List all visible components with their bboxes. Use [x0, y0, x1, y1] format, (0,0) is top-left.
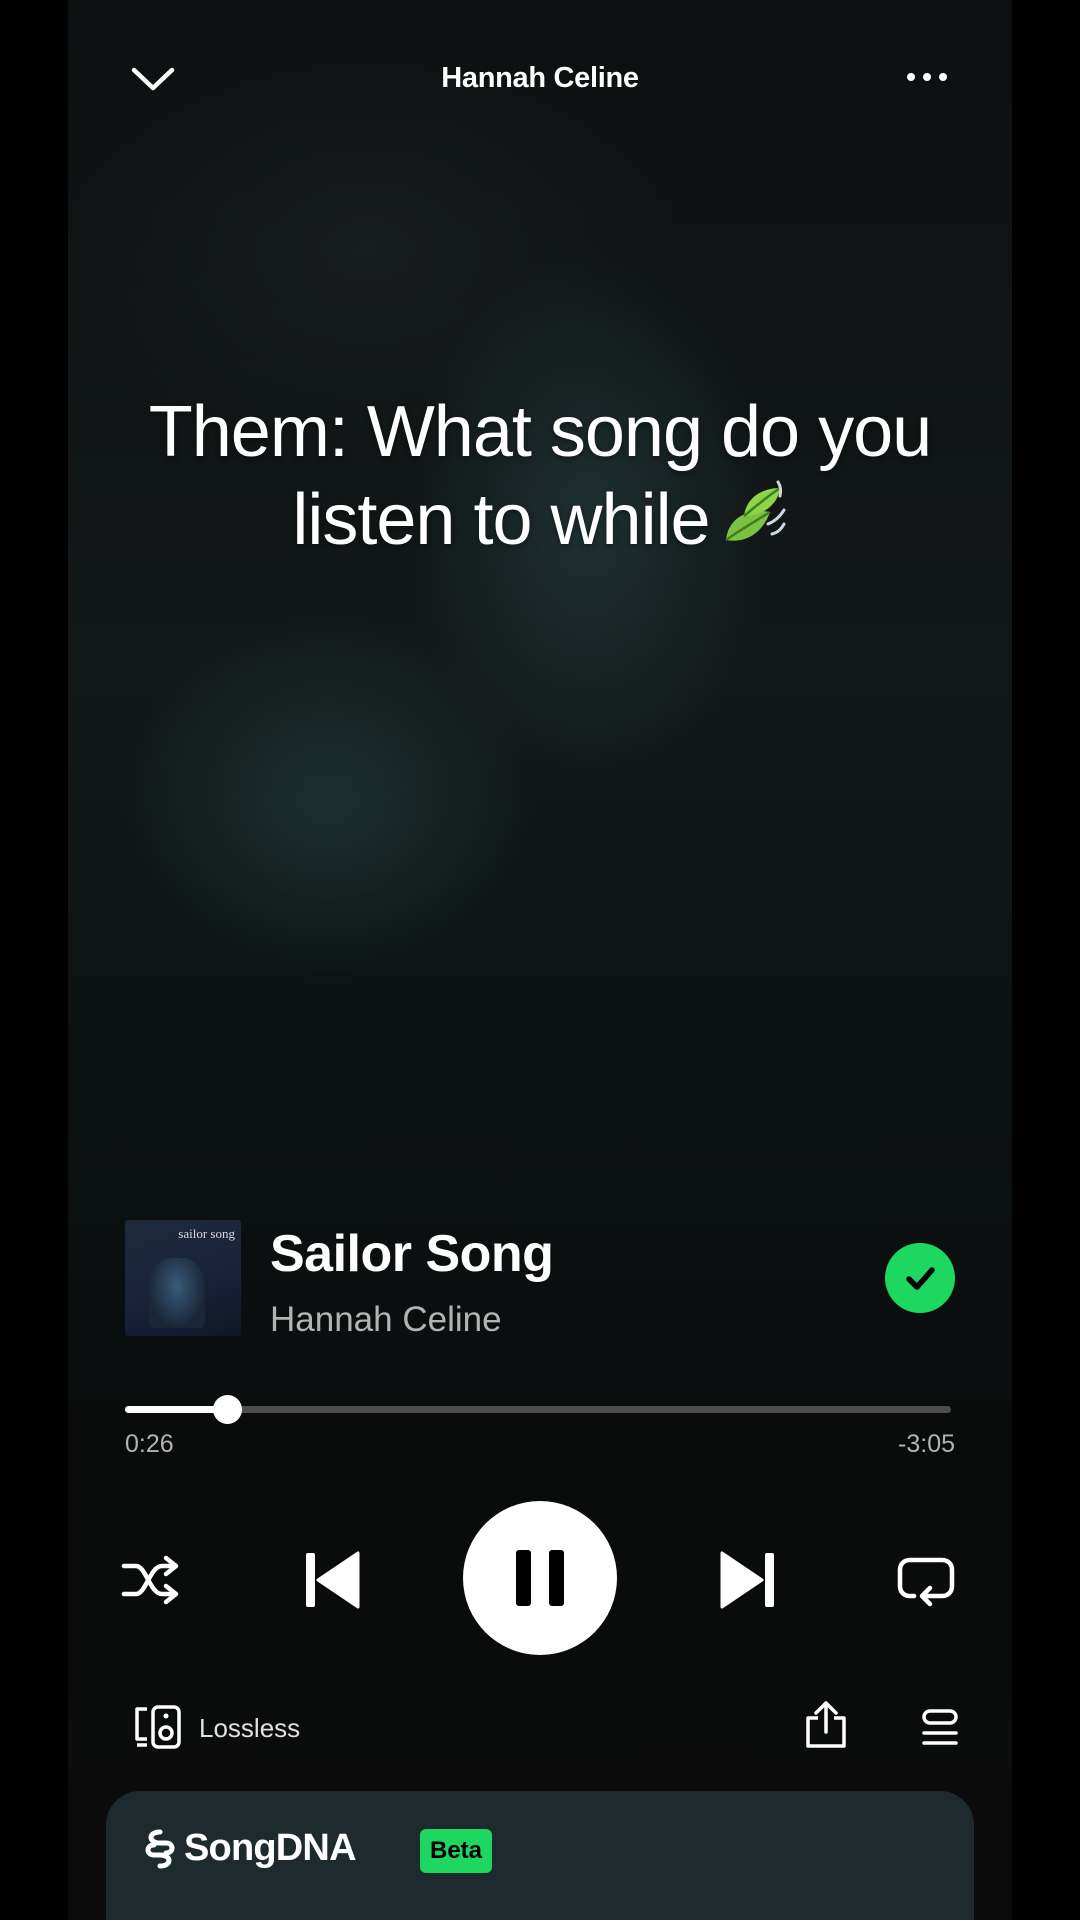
progress-bar[interactable] [125, 1395, 951, 1424]
letterbox-left [0, 0, 68, 1920]
progress-fill [125, 1406, 227, 1413]
video-caption: Them: What song do you listen to while [98, 388, 982, 570]
songdna-card[interactable]: SongDNA Beta [106, 1791, 974, 1920]
quality-label[interactable]: Lossless [199, 1713, 300, 1744]
repeat-icon[interactable] [896, 1552, 956, 1608]
beta-badge: Beta [420, 1829, 493, 1873]
remaining-time: -3:05 [898, 1430, 955, 1458]
skip-next-icon[interactable] [716, 1545, 780, 1615]
player-header: Hannah Celine [68, 50, 1012, 110]
context-title: Hannah Celine [441, 62, 639, 94]
shuffle-icon[interactable] [120, 1550, 184, 1610]
song-artist[interactable]: Hannah Celine [270, 1300, 502, 1340]
album-art-figure [149, 1258, 205, 1328]
queue-icon[interactable] [920, 1708, 960, 1748]
elapsed-time: 0:26 [125, 1430, 174, 1458]
song-title[interactable]: Sailor Song [270, 1224, 554, 1284]
songdna-icon [142, 1829, 178, 1869]
more-options-icon[interactable] [902, 62, 952, 92]
songdna-label: SongDNA [184, 1827, 357, 1869]
connect-device-icon[interactable] [133, 1705, 183, 1751]
pause-icon [516, 1550, 564, 1606]
skip-previous-icon[interactable] [300, 1545, 364, 1615]
caption-line-1: Them: What song do you [148, 392, 932, 472]
album-art-text: sailor song [178, 1226, 235, 1241]
letterbox-right [1012, 0, 1080, 1920]
progress-thumb[interactable] [212, 1395, 242, 1424]
album-art[interactable]: sailor song [125, 1220, 241, 1336]
now-playing-screen: Hannah Celine Them: What song do you lis… [68, 0, 1012, 1920]
pause-button[interactable] [463, 1501, 617, 1655]
caption-line-2: listen to while [292, 480, 710, 560]
share-icon[interactable] [804, 1700, 848, 1750]
leaf-fluttering-in-wind-icon [718, 478, 788, 570]
saved-check-icon[interactable] [885, 1243, 955, 1313]
